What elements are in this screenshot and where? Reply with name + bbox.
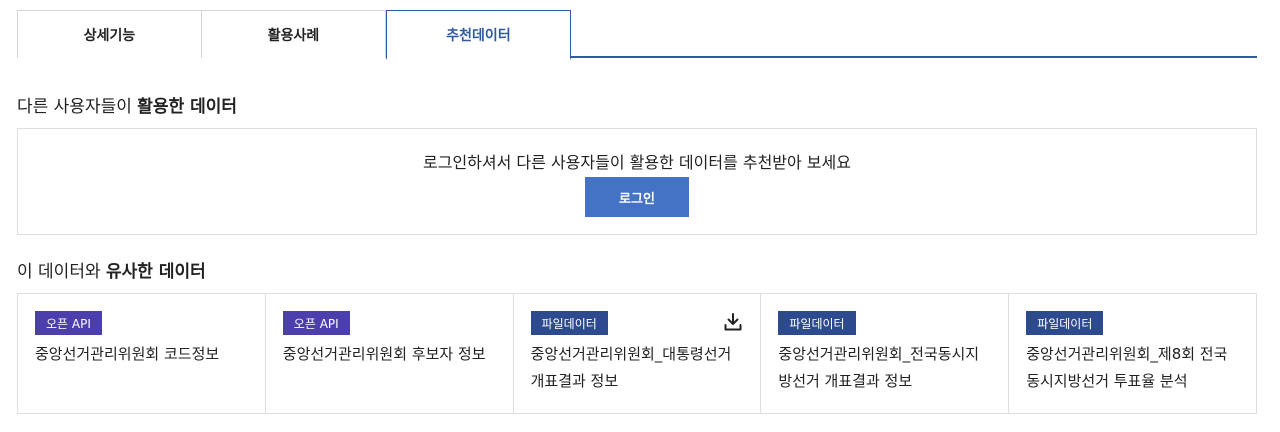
data-card-title[interactable]: 중앙선거관리위원회_제8회 전국동시지방선거 투표율 분석 <box>1026 341 1240 395</box>
data-type-badge: 파일데이터 <box>1026 311 1104 335</box>
data-card[interactable]: 파일데이터 중앙선거관리위원회_제8회 전국동시지방선거 투표율 분석 <box>1009 294 1256 413</box>
data-type-badge: 파일데이터 <box>530 311 608 335</box>
recommended-section-title: 다른 사용자들이 활용한 데이터 <box>17 92 237 117</box>
data-card[interactable]: 오픈 API 중앙선거관리위원회 후보자 정보 <box>266 294 514 413</box>
data-card-title[interactable]: 중앙선거관리위원회_전국동시지방선거 개표결과 정보 <box>778 341 992 395</box>
data-card[interactable]: 파일데이터 중앙선거관리위원회_전국동시지방선거 개표결과 정보 <box>761 294 1010 413</box>
similar-data-list: 오픈 API 중앙선거관리위원회 코드정보 오픈 API 중앙선거관리위원회 후… <box>17 293 1257 414</box>
login-button[interactable]: 로그인 <box>585 177 689 217</box>
similar-title-bold: 유사한 데이터 <box>106 262 206 282</box>
data-card[interactable]: 파일데이터 중앙선거관리위원회_대통령선거 개표결과 정보 <box>514 294 762 413</box>
login-prompt-box: 로그인하셔서 다른 사용자들이 활용한 데이터를 추천받아 보세요 로그인 <box>17 128 1257 235</box>
data-card-title[interactable]: 중앙선거관리위원회 코드정보 <box>35 341 249 368</box>
tab-use-cases[interactable]: 활용사례 <box>201 10 386 58</box>
data-type-badge: 오픈 API <box>282 311 350 335</box>
data-type-badge: 오픈 API <box>35 311 102 335</box>
tab-recommended-data[interactable]: 추천데이터 <box>386 10 571 60</box>
recommended-title-prefix: 다른 사용자들이 <box>17 97 138 117</box>
data-card[interactable]: 오픈 API 중앙선거관리위원회 코드정보 <box>18 294 266 413</box>
detail-tabs: 상세기능 활용사례 추천데이터 <box>17 10 1257 60</box>
tab-details[interactable]: 상세기능 <box>17 10 202 58</box>
data-card-title[interactable]: 중앙선거관리위원회 후보자 정보 <box>283 341 497 368</box>
similar-title-prefix: 이 데이터와 <box>17 262 107 282</box>
data-type-badge: 파일데이터 <box>778 311 856 335</box>
recommended-title-bold: 활용한 데이터 <box>137 97 238 117</box>
similar-section-title: 이 데이터와 유사한 데이터 <box>17 257 206 282</box>
download-icon[interactable] <box>722 311 744 333</box>
data-card-title[interactable]: 중앙선거관리위원회_대통령선거 개표결과 정보 <box>531 341 745 395</box>
login-message: 로그인하셔서 다른 사용자들이 활용한 데이터를 추천받아 보세요 <box>423 153 851 172</box>
